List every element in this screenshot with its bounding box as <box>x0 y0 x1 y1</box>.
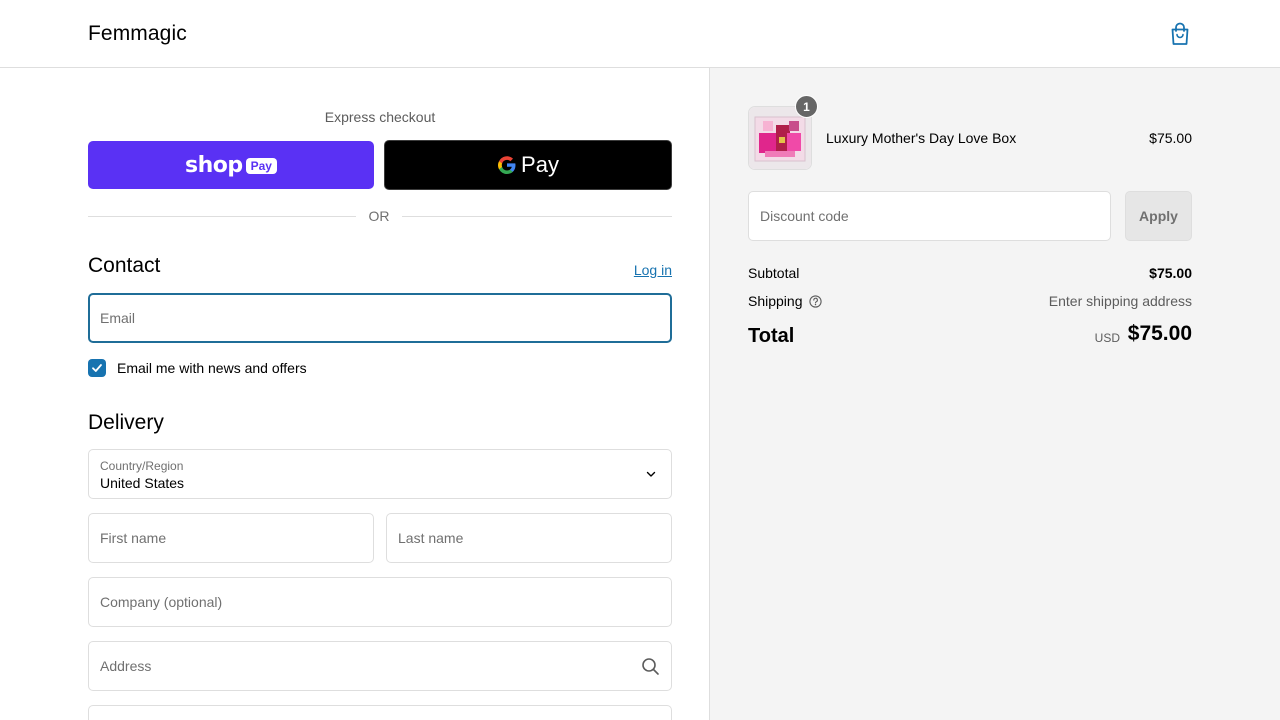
email-placeholder: Email <box>100 310 136 326</box>
discount-placeholder: Discount code <box>760 208 849 224</box>
last-name-placeholder: Last name <box>398 530 464 546</box>
header: Femmagic <box>0 0 1280 68</box>
subtotal-label: Subtotal <box>748 265 800 281</box>
newsletter-checkbox[interactable] <box>88 359 106 377</box>
shipping-label: Shipping <box>748 293 803 309</box>
or-label: OR <box>368 208 390 224</box>
shop-pay-button[interactable]: shop Pay <box>88 141 374 189</box>
express-checkout-title: Express checkout <box>324 109 436 125</box>
total-currency: USD <box>1094 331 1120 345</box>
company-field[interactable]: Company (optional) <box>88 577 672 627</box>
country-label: Country/Region <box>100 459 184 473</box>
search-icon <box>642 658 659 675</box>
shop-pay-wordmark: shop <box>185 152 243 178</box>
first-name-placeholder: First name <box>100 530 167 546</box>
product-price: $75.00 <box>1149 130 1192 146</box>
country-select[interactable]: Country/Region United States <box>88 449 672 499</box>
divider-line <box>402 216 672 217</box>
store-logo[interactable]: Femmagic <box>88 22 187 46</box>
product-name: Luxury Mother's Day Love Box <box>826 130 1017 146</box>
apply-discount-button[interactable]: Apply <box>1125 191 1192 241</box>
discount-code-field[interactable]: Discount code <box>748 191 1111 241</box>
shipping-value: Enter shipping address <box>1048 293 1192 309</box>
chevron-down-icon <box>646 471 656 477</box>
shop-pay-badge: Pay <box>245 158 277 174</box>
google-g-icon <box>498 156 516 174</box>
google-pay-button[interactable]: Pay <box>384 140 672 190</box>
email-field[interactable]: Email <box>88 293 672 343</box>
delivery-heading: Delivery <box>88 411 164 434</box>
google-pay-label: Pay <box>521 152 559 177</box>
subtotal-value: $75.00 <box>1149 265 1192 281</box>
contact-heading: Contact <box>88 254 161 277</box>
checkmark-icon <box>92 364 102 372</box>
help-circle-icon[interactable] <box>809 295 822 308</box>
shopping-bag-icon[interactable] <box>1169 22 1191 46</box>
company-placeholder: Company (optional) <box>100 594 223 610</box>
total-row: Total USD $75.00 <box>748 322 1192 352</box>
address-field[interactable]: Address <box>88 641 672 691</box>
last-name-field[interactable]: Last name <box>386 513 672 563</box>
country-value: United States <box>100 475 185 491</box>
total-label: Total <box>748 325 795 347</box>
or-divider: OR <box>88 207 672 227</box>
address-placeholder: Address <box>100 658 152 674</box>
first-name-field[interactable]: First name <box>88 513 374 563</box>
total-amount: $75.00 <box>1127 322 1192 345</box>
divider-line <box>88 216 356 217</box>
newsletter-label[interactable]: Email me with news and offers <box>117 360 307 376</box>
quantity-badge: 1 <box>795 95 818 118</box>
apartment-field[interactable] <box>88 705 672 720</box>
newsletter-option: Email me with news and offers <box>88 359 307 377</box>
log-in-link[interactable]: Log in <box>634 262 672 278</box>
